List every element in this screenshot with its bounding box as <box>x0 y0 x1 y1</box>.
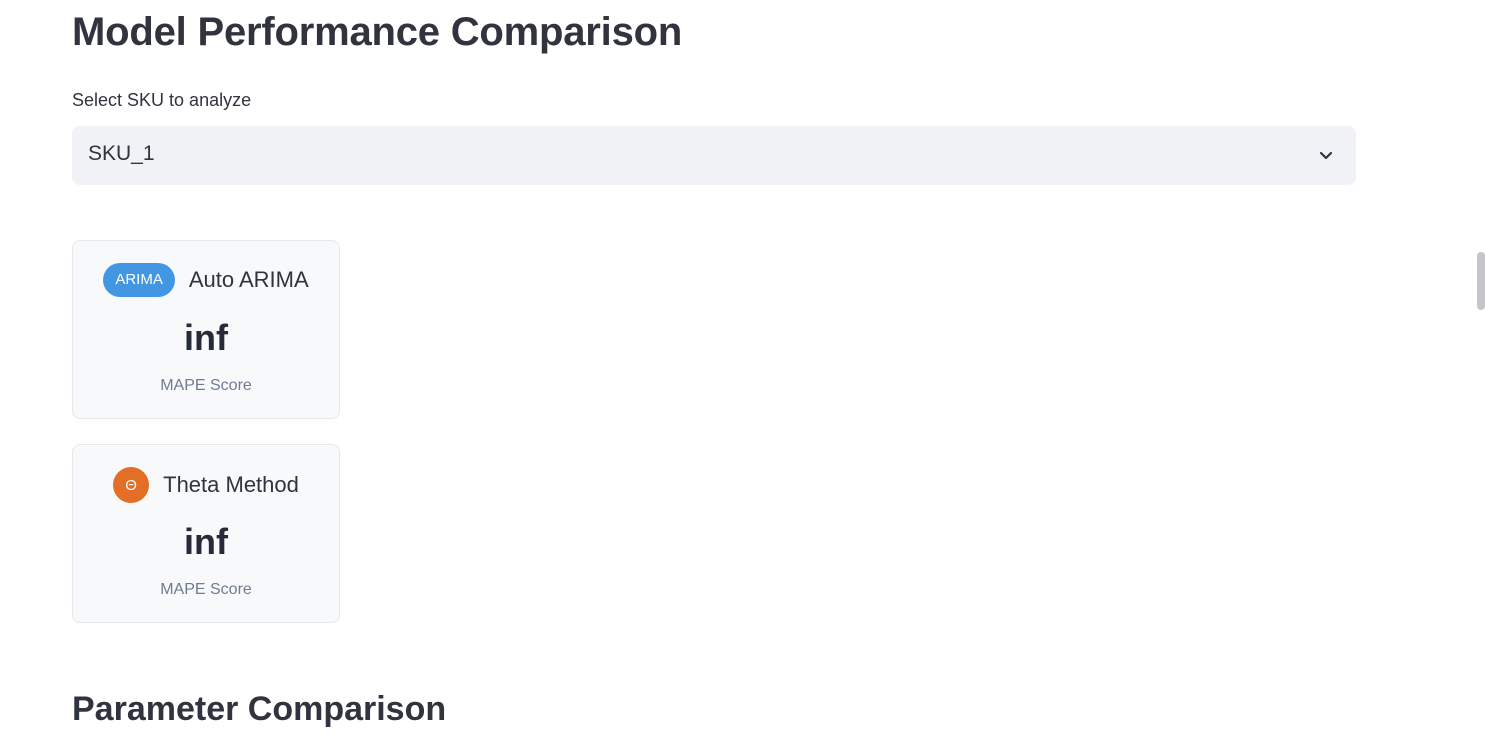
model-card-arima: ARIMA Auto ARIMA inf MAPE Score <box>72 240 340 419</box>
arima-badge: ARIMA <box>103 263 175 297</box>
model-name: Auto ARIMA <box>188 267 309 292</box>
card-header: ARIMA Auto ARIMA <box>73 263 339 297</box>
sku-select-label: Select SKU to analyze <box>72 90 252 110</box>
model-name: Theta Method <box>163 472 299 497</box>
section-title: Parameter Comparison <box>72 690 447 728</box>
page-title: Model Performance Comparison <box>72 10 683 54</box>
chevron-down-icon <box>1319 151 1333 160</box>
theta-icon: Θ <box>113 467 150 503</box>
mape-label: MAPE Score <box>160 581 252 598</box>
mape-value: inf <box>184 317 228 358</box>
page: Model Performance Comparison Select SKU … <box>0 0 1485 756</box>
model-card-theta: Θ Theta Method inf MAPE Score <box>72 444 340 623</box>
sku-select[interactable]: SKU_1 <box>72 126 1356 185</box>
scrollbar-thumb[interactable] <box>1477 252 1485 310</box>
mape-label: MAPE Score <box>160 377 252 394</box>
mape-value: inf <box>184 521 228 562</box>
sku-select-value: SKU_1 <box>88 142 155 165</box>
card-header: Θ Theta Method <box>73 467 339 503</box>
